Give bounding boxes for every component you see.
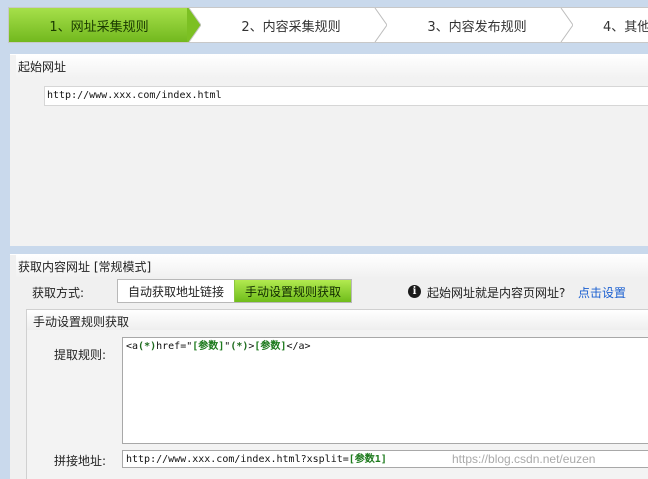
rule-text: </a> bbox=[286, 341, 311, 352]
step-separator-arrow bbox=[560, 8, 573, 42]
step-url-rules[interactable]: 1、网址采集规则 bbox=[9, 8, 189, 42]
rule-param: [参数] bbox=[192, 341, 225, 352]
hint-text: 起始网址就是内容页网址? bbox=[427, 286, 566, 300]
extract-rule-textarea[interactable]: <a(*)href="[参数]"(*)>[参数]</a> bbox=[122, 337, 648, 444]
rule-text: href=" bbox=[156, 341, 193, 352]
join-url-param: [参数1] bbox=[348, 454, 387, 465]
step-separator-arrow bbox=[187, 8, 201, 42]
join-url-text: http://www.xxx.com/index.html?xsplit= bbox=[126, 454, 349, 465]
rule-wildcard: (*) bbox=[230, 341, 249, 352]
watermark: https://blog.csdn.net/euzen bbox=[452, 452, 596, 466]
step-separator-arrow bbox=[374, 8, 387, 42]
rule-text: <a bbox=[126, 341, 139, 352]
subpanel-title: 手动设置规则获取 bbox=[27, 310, 648, 330]
method-toggle: 自动获取地址链接 手动设置规则获取 bbox=[117, 279, 353, 303]
click-settings-link[interactable]: 点击设置 bbox=[578, 284, 626, 301]
step-content-rules[interactable]: 2、内容采集规则 bbox=[201, 8, 381, 42]
step-label: 1、网址采集规则 bbox=[49, 19, 149, 35]
join-label: 拼接地址: bbox=[54, 454, 107, 468]
auto-fetch-button[interactable]: 自动获取地址链接 bbox=[118, 280, 234, 302]
step-label: 3、内容发布规则 bbox=[427, 19, 527, 35]
content-url-panel: 获取内容网址 [常规模式] 获取方式: 自动获取地址链接 手动设置规则获取 i … bbox=[10, 254, 648, 479]
rule-wildcard: (*) bbox=[138, 341, 157, 352]
step-other[interactable]: 4、其他 bbox=[603, 8, 648, 42]
wizard-steps: 1、网址采集规则 2、内容采集规则 3、内容发布规则 4、其他 bbox=[8, 7, 648, 43]
panel-title: 起始网址 bbox=[16, 55, 648, 78]
rule-param: [参数] bbox=[254, 341, 287, 352]
step-label: 4、其他 bbox=[603, 19, 648, 35]
rule-label: 提取规则: bbox=[54, 348, 107, 362]
step-label: 2、内容采集规则 bbox=[241, 19, 341, 35]
info-icon: i bbox=[408, 285, 421, 298]
panel-title: 获取内容网址 [常规模式] bbox=[16, 255, 648, 278]
method-label: 获取方式: bbox=[32, 286, 85, 300]
step-publish-rules[interactable]: 3、内容发布规则 bbox=[387, 8, 567, 42]
start-url-panel: 起始网址 http://www.xxx.com/index.html bbox=[10, 54, 648, 246]
manual-rule-button[interactable]: 手动设置规则获取 bbox=[234, 280, 352, 302]
start-url-input[interactable]: http://www.xxx.com/index.html bbox=[44, 86, 648, 106]
